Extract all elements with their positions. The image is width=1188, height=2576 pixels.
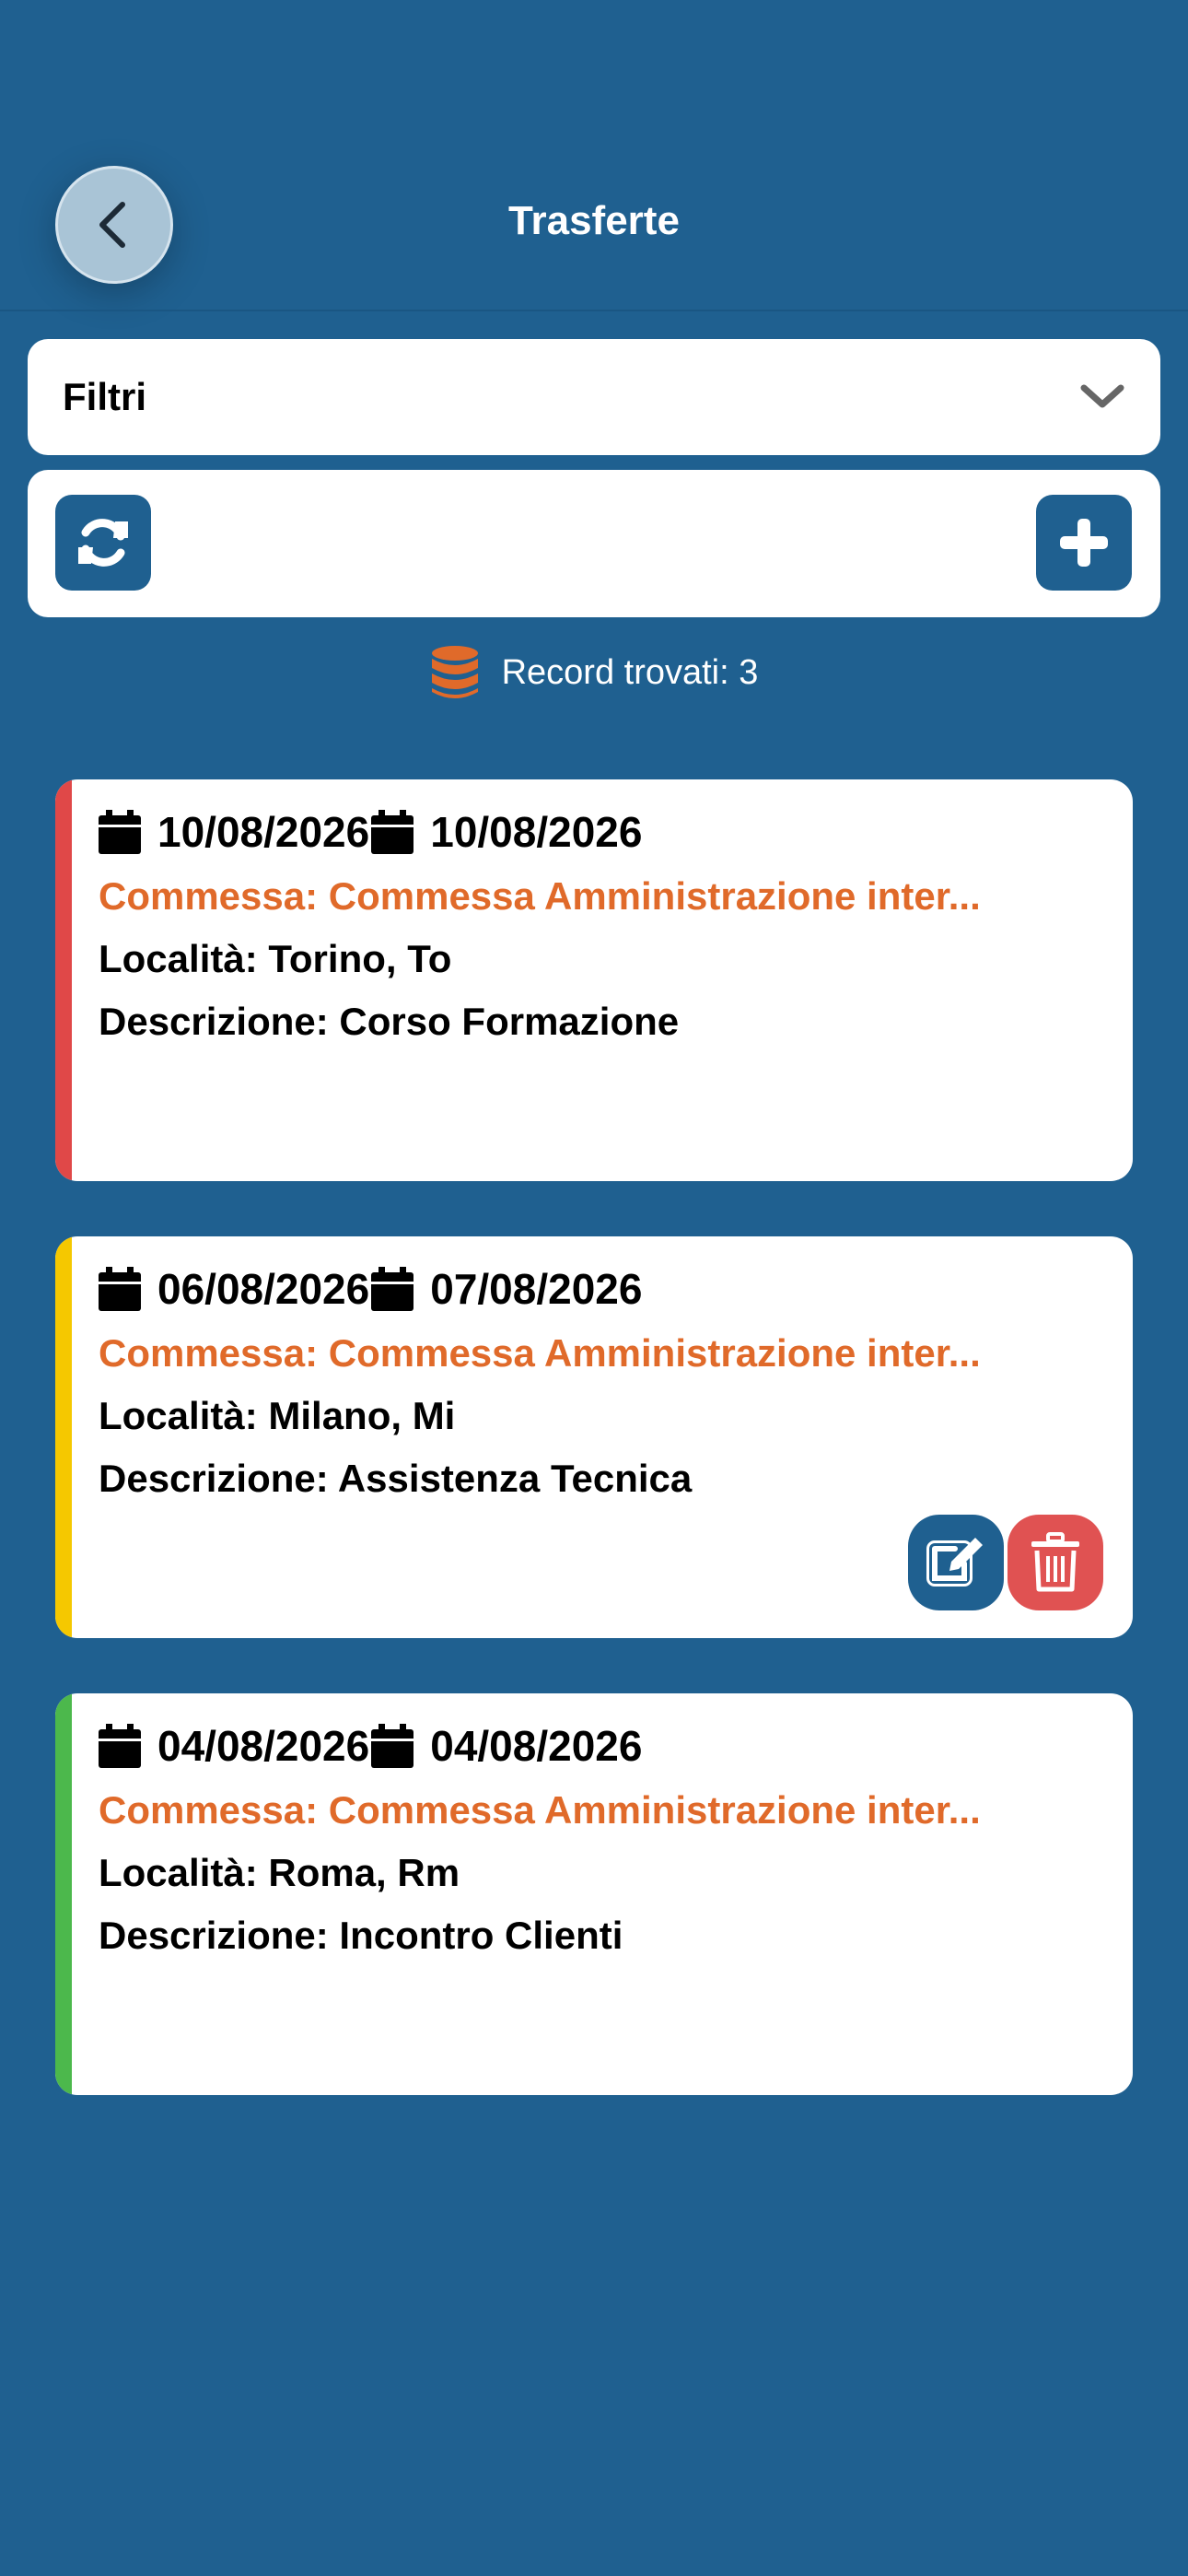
trip-commessa: Commessa: Commessa Amministrazione inter… <box>99 1331 981 1375</box>
date-from: 10/08/2026 <box>157 808 370 856</box>
trip-dates: 06/08/2026 07/08/2026 <box>99 1262 1105 1316</box>
trip-commessa: Commessa: Commessa Amministrazione inter… <box>99 1788 981 1832</box>
chevron-down-icon <box>1080 384 1124 408</box>
trip-commessa: Commessa: Commessa Amministrazione inter… <box>99 874 981 918</box>
calendar-icon <box>371 810 414 854</box>
date-from: 06/08/2026 <box>157 1265 370 1313</box>
status-stripe <box>55 1236 72 1638</box>
toolbar <box>28 470 1160 617</box>
header: Trasferte <box>0 0 1188 311</box>
trip-card[interactable]: 04/08/2026 04/08/2026 Commessa: Commessa… <box>55 1693 1133 2095</box>
calendar-icon <box>99 1724 141 1768</box>
status-stripe <box>55 779 72 1181</box>
trip-localita: Località: Roma, Rm <box>99 1851 460 1894</box>
status-stripe <box>55 1693 72 2095</box>
filters-dropdown[interactable]: Filtri <box>28 339 1160 455</box>
records-count-label: Record trovati: 3 <box>501 652 759 692</box>
trip-actions <box>908 1515 1103 1610</box>
plus-icon <box>1060 519 1108 567</box>
records-count: Record trovati: 3 <box>0 645 1188 700</box>
trip-descrizione: Descrizione: Corso Formazione <box>99 1000 680 1043</box>
trip-descrizione: Descrizione: Assistenza Tecnica <box>99 1457 693 1500</box>
refresh-button[interactable] <box>55 495 151 591</box>
trash-icon <box>1031 1532 1079 1592</box>
filters-label: Filtri <box>63 375 146 418</box>
trip-card[interactable]: 10/08/2026 10/08/2026 Commessa: Commessa… <box>55 779 1133 1181</box>
trip-dates: 04/08/2026 04/08/2026 <box>99 1719 1105 1773</box>
edit-icon <box>926 1538 983 1587</box>
trip-descrizione: Descrizione: Incontro Clienti <box>99 1914 623 1957</box>
delete-button[interactable] <box>1007 1515 1103 1610</box>
date-to: 10/08/2026 <box>430 808 643 856</box>
calendar-icon <box>371 1267 414 1311</box>
refresh-icon <box>78 519 128 567</box>
date-to: 07/08/2026 <box>430 1265 643 1313</box>
calendar-icon <box>99 810 141 854</box>
trip-card[interactable]: 06/08/2026 07/08/2026 Commessa: Commessa… <box>55 1236 1133 1638</box>
calendar-icon <box>99 1267 141 1311</box>
header-divider <box>0 310 1188 311</box>
page-title: Trasferte <box>508 198 680 243</box>
database-icon <box>431 646 478 698</box>
edit-button[interactable] <box>908 1515 1004 1610</box>
date-from: 04/08/2026 <box>157 1722 370 1770</box>
trip-localita: Località: Torino, To <box>99 937 452 980</box>
trip-localita: Località: Milano, Mi <box>99 1394 456 1437</box>
add-button[interactable] <box>1036 495 1132 591</box>
calendar-icon <box>371 1724 414 1768</box>
trip-dates: 10/08/2026 10/08/2026 <box>99 805 1105 859</box>
date-to: 04/08/2026 <box>430 1722 643 1770</box>
